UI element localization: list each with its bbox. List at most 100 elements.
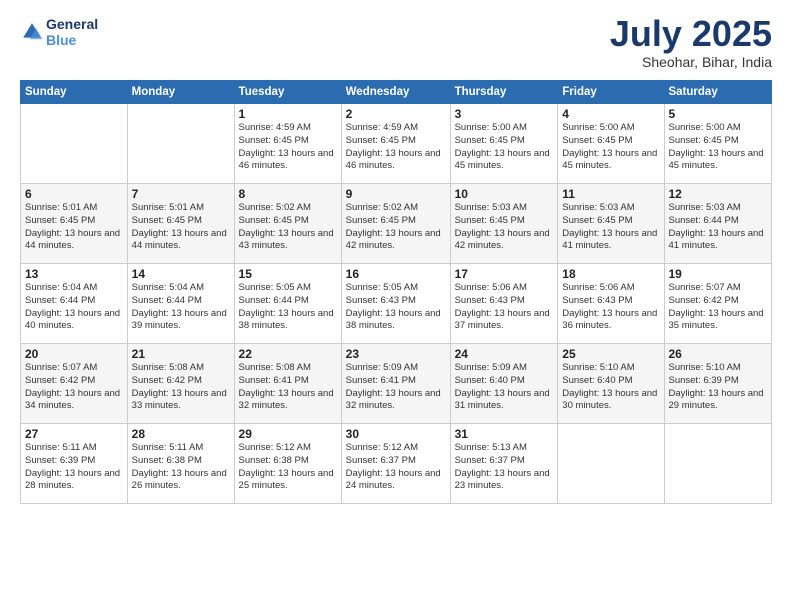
table-row: 12Sunrise: 5:03 AMSunset: 6:44 PMDayligh… [664,184,772,264]
day-info: Sunrise: 5:03 AMSunset: 6:45 PMDaylight:… [562,202,659,253]
col-wednesday: Wednesday [341,81,450,104]
table-row: 23Sunrise: 5:09 AMSunset: 6:41 PMDayligh… [341,344,450,424]
day-info: Sunrise: 4:59 AMSunset: 6:45 PMDaylight:… [346,122,446,173]
table-row: 24Sunrise: 5:09 AMSunset: 6:40 PMDayligh… [450,344,558,424]
table-row: 22Sunrise: 5:08 AMSunset: 6:41 PMDayligh… [234,344,341,424]
day-number: 13 [25,267,123,281]
day-number: 6 [25,187,123,201]
day-info: Sunrise: 5:01 AMSunset: 6:45 PMDaylight:… [132,202,230,253]
calendar-week-4: 20Sunrise: 5:07 AMSunset: 6:42 PMDayligh… [21,344,772,424]
day-number: 9 [346,187,446,201]
day-number: 31 [455,427,554,441]
day-info: Sunrise: 5:05 AMSunset: 6:43 PMDaylight:… [346,282,446,333]
day-number: 23 [346,347,446,361]
day-info: Sunrise: 5:08 AMSunset: 6:41 PMDaylight:… [239,362,337,413]
day-number: 8 [239,187,337,201]
day-number: 17 [455,267,554,281]
day-info: Sunrise: 5:02 AMSunset: 6:45 PMDaylight:… [239,202,337,253]
day-info: Sunrise: 5:11 AMSunset: 6:39 PMDaylight:… [25,442,123,493]
table-row: 15Sunrise: 5:05 AMSunset: 6:44 PMDayligh… [234,264,341,344]
table-row: 7Sunrise: 5:01 AMSunset: 6:45 PMDaylight… [127,184,234,264]
logo: General Blue [20,16,98,48]
day-number: 18 [562,267,659,281]
day-info: Sunrise: 5:07 AMSunset: 6:42 PMDaylight:… [25,362,123,413]
day-info: Sunrise: 5:08 AMSunset: 6:42 PMDaylight:… [132,362,230,413]
table-row: 4Sunrise: 5:00 AMSunset: 6:45 PMDaylight… [558,104,664,184]
day-info: Sunrise: 5:02 AMSunset: 6:45 PMDaylight:… [346,202,446,253]
table-row: 8Sunrise: 5:02 AMSunset: 6:45 PMDaylight… [234,184,341,264]
day-number: 1 [239,107,337,121]
day-info: Sunrise: 5:12 AMSunset: 6:38 PMDaylight:… [239,442,337,493]
logo-icon [20,20,44,44]
day-info: Sunrise: 4:59 AMSunset: 6:45 PMDaylight:… [239,122,337,173]
table-row: 18Sunrise: 5:06 AMSunset: 6:43 PMDayligh… [558,264,664,344]
day-info: Sunrise: 5:09 AMSunset: 6:40 PMDaylight:… [455,362,554,413]
table-row: 29Sunrise: 5:12 AMSunset: 6:38 PMDayligh… [234,424,341,504]
day-number: 12 [669,187,768,201]
page: General Blue July 2025 Sheohar, Bihar, I… [0,0,792,612]
day-number: 29 [239,427,337,441]
table-row [558,424,664,504]
table-row: 30Sunrise: 5:12 AMSunset: 6:37 PMDayligh… [341,424,450,504]
day-number: 11 [562,187,659,201]
day-info: Sunrise: 5:06 AMSunset: 6:43 PMDaylight:… [455,282,554,333]
table-row: 13Sunrise: 5:04 AMSunset: 6:44 PMDayligh… [21,264,128,344]
table-row: 17Sunrise: 5:06 AMSunset: 6:43 PMDayligh… [450,264,558,344]
table-row: 28Sunrise: 5:11 AMSunset: 6:38 PMDayligh… [127,424,234,504]
day-number: 21 [132,347,230,361]
calendar-header-row: Sunday Monday Tuesday Wednesday Thursday… [21,81,772,104]
day-info: Sunrise: 5:04 AMSunset: 6:44 PMDaylight:… [132,282,230,333]
day-info: Sunrise: 5:13 AMSunset: 6:37 PMDaylight:… [455,442,554,493]
day-number: 10 [455,187,554,201]
month-year: July 2025 [610,16,772,52]
table-row: 14Sunrise: 5:04 AMSunset: 6:44 PMDayligh… [127,264,234,344]
day-number: 19 [669,267,768,281]
day-info: Sunrise: 5:04 AMSunset: 6:44 PMDaylight:… [25,282,123,333]
table-row: 2Sunrise: 4:59 AMSunset: 6:45 PMDaylight… [341,104,450,184]
day-number: 3 [455,107,554,121]
day-number: 4 [562,107,659,121]
table-row: 16Sunrise: 5:05 AMSunset: 6:43 PMDayligh… [341,264,450,344]
day-info: Sunrise: 5:00 AMSunset: 6:45 PMDaylight:… [455,122,554,173]
table-row: 6Sunrise: 5:01 AMSunset: 6:45 PMDaylight… [21,184,128,264]
title-section: July 2025 Sheohar, Bihar, India [610,16,772,70]
day-info: Sunrise: 5:07 AMSunset: 6:42 PMDaylight:… [669,282,768,333]
table-row: 10Sunrise: 5:03 AMSunset: 6:45 PMDayligh… [450,184,558,264]
day-info: Sunrise: 5:00 AMSunset: 6:45 PMDaylight:… [669,122,768,173]
table-row: 11Sunrise: 5:03 AMSunset: 6:45 PMDayligh… [558,184,664,264]
col-tuesday: Tuesday [234,81,341,104]
col-monday: Monday [127,81,234,104]
day-info: Sunrise: 5:12 AMSunset: 6:37 PMDaylight:… [346,442,446,493]
day-number: 27 [25,427,123,441]
calendar-week-5: 27Sunrise: 5:11 AMSunset: 6:39 PMDayligh… [21,424,772,504]
logo-text: General Blue [46,16,98,48]
day-number: 16 [346,267,446,281]
day-info: Sunrise: 5:00 AMSunset: 6:45 PMDaylight:… [562,122,659,173]
day-info: Sunrise: 5:05 AMSunset: 6:44 PMDaylight:… [239,282,337,333]
table-row: 26Sunrise: 5:10 AMSunset: 6:39 PMDayligh… [664,344,772,424]
day-number: 15 [239,267,337,281]
day-info: Sunrise: 5:10 AMSunset: 6:39 PMDaylight:… [669,362,768,413]
table-row: 25Sunrise: 5:10 AMSunset: 6:40 PMDayligh… [558,344,664,424]
calendar-table: Sunday Monday Tuesday Wednesday Thursday… [20,80,772,504]
day-number: 28 [132,427,230,441]
calendar-week-2: 6 Sunrise: 5:01 AMSunset: 6:45 PMDaylight… [21,184,772,264]
table-row [664,424,772,504]
day-number: 14 [132,267,230,281]
calendar-week-3: 13Sunrise: 5:04 AMSunset: 6:44 PMDayligh… [21,264,772,344]
table-row: 3Sunrise: 5:00 AMSunset: 6:45 PMDaylight… [450,104,558,184]
day-number: 20 [25,347,123,361]
day-number: 2 [346,107,446,121]
col-saturday: Saturday [664,81,772,104]
day-number: 5 [669,107,768,121]
table-row: 5Sunrise: 5:00 AMSunset: 6:45 PMDaylight… [664,104,772,184]
day-number: 25 [562,347,659,361]
table-row: 20Sunrise: 5:07 AMSunset: 6:42 PMDayligh… [21,344,128,424]
day-info: Sunrise: 5:11 AMSunset: 6:38 PMDaylight:… [132,442,230,493]
table-row: 21Sunrise: 5:08 AMSunset: 6:42 PMDayligh… [127,344,234,424]
header: General Blue July 2025 Sheohar, Bihar, I… [20,16,772,70]
day-number: 24 [455,347,554,361]
day-number: 26 [669,347,768,361]
day-number: 30 [346,427,446,441]
day-info: Sunrise: 5:03 AMSunset: 6:44 PMDaylight:… [669,202,768,253]
